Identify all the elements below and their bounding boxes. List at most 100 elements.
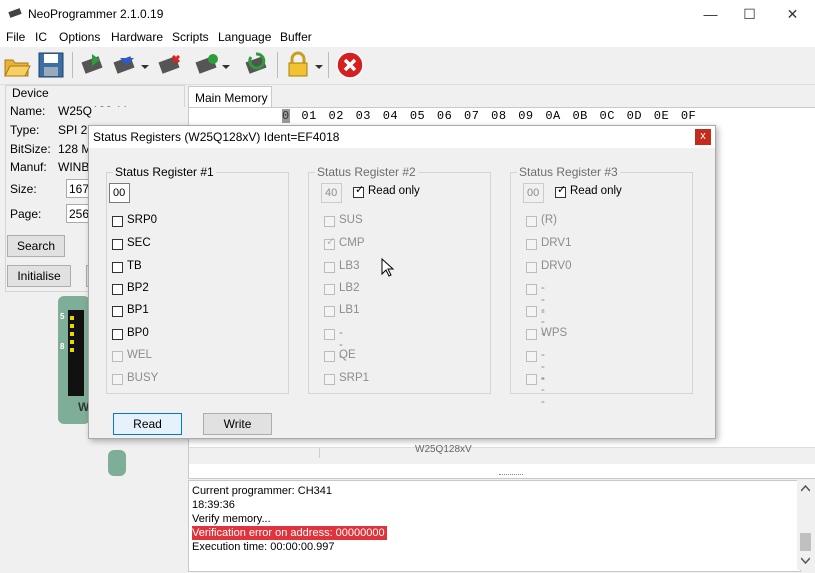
bit-label: QE bbox=[339, 349, 356, 361]
read-chip-icon[interactable] bbox=[78, 50, 108, 80]
bit-label: LB3 bbox=[339, 260, 360, 272]
bit-label: WPS bbox=[541, 327, 568, 339]
initialise-button[interactable]: Initialise bbox=[7, 265, 71, 287]
auto-icon[interactable] bbox=[242, 50, 272, 80]
chip-pin-5-label: 5 bbox=[60, 312, 65, 321]
status-register-3-group: Status Register #3 00 ✓ Read only (R) DR… bbox=[510, 165, 693, 408]
write-chip-icon[interactable] bbox=[110, 50, 140, 80]
read-button[interactable]: Read bbox=[113, 413, 182, 435]
save-icon[interactable] bbox=[36, 50, 66, 80]
status-registers-dialog: Status Registers (W25Q128xV) Ident=EF401… bbox=[88, 125, 716, 439]
splitter-grip[interactable] bbox=[499, 474, 523, 478]
checkbox bbox=[324, 216, 335, 227]
checkbox[interactable] bbox=[112, 262, 123, 273]
close-button[interactable]: ✕ bbox=[770, 0, 815, 28]
hex-scrollbar[interactable] bbox=[189, 447, 815, 464]
log-scroll-thumb[interactable] bbox=[800, 533, 811, 551]
size-label: Size: bbox=[10, 182, 37, 196]
checkbox[interactable] bbox=[112, 306, 123, 317]
maximize-button[interactable]: ☐ bbox=[727, 0, 772, 28]
bit-label: SRP0 bbox=[127, 214, 158, 226]
bit-label: DRV1 bbox=[541, 237, 572, 249]
chevron-down-icon[interactable] bbox=[315, 63, 323, 71]
bit-label: LB1 bbox=[339, 304, 360, 316]
open-icon[interactable] bbox=[2, 50, 32, 80]
toolbar bbox=[0, 47, 815, 85]
chip-caption: W25Q128xV bbox=[415, 444, 472, 455]
bit-label: BP1 bbox=[127, 304, 149, 316]
menu-scripts[interactable]: Scripts bbox=[172, 30, 209, 44]
title-bar: NeoProgrammer 2.1.0.19 — ☐ ✕ bbox=[0, 0, 815, 28]
bit-label: CMP bbox=[339, 237, 365, 249]
menu-file[interactable]: File bbox=[6, 30, 25, 44]
device-group-label: Device bbox=[12, 86, 49, 100]
checkbox bbox=[526, 216, 537, 227]
menu-buffer[interactable]: Buffer bbox=[280, 30, 312, 44]
chevron-down-icon[interactable] bbox=[141, 63, 149, 71]
menu-options[interactable]: Options bbox=[59, 30, 100, 44]
bit-label: SUS bbox=[339, 214, 363, 226]
status-register-2-group: Status Register #2 40 ✓ Read only SUS ✓ C… bbox=[308, 165, 491, 394]
bit-label: LB2 bbox=[339, 282, 360, 294]
bit-label: SEC bbox=[127, 237, 151, 249]
chip-pin-8-label: 8 bbox=[60, 342, 65, 351]
checkbox[interactable] bbox=[112, 239, 123, 250]
tab-main-memory-label: Main Memory bbox=[195, 91, 268, 105]
checkbox: ✓ bbox=[324, 237, 335, 250]
checkbox bbox=[526, 306, 537, 317]
status-register-1-value[interactable]: 00 bbox=[109, 183, 130, 203]
log-panel[interactable]: Current programmer: CH341 18:39:36 Verif… bbox=[188, 480, 801, 572]
checkbox bbox=[112, 351, 123, 362]
status-register-3-value: 00 bbox=[523, 183, 544, 203]
checkbox[interactable] bbox=[112, 216, 123, 227]
type-label: Type: bbox=[10, 123, 40, 137]
page-label: Page: bbox=[10, 207, 42, 221]
mouse-cursor-icon bbox=[381, 258, 395, 277]
chevron-down-icon[interactable] bbox=[801, 557, 810, 564]
write-button[interactable]: Write bbox=[203, 413, 272, 435]
bit-label: WEL bbox=[127, 349, 152, 361]
check-mark-icon: ✓ bbox=[557, 184, 567, 196]
log-line: 18:39:36 bbox=[192, 499, 235, 511]
tab-main-memory[interactable]: Main Memory bbox=[188, 86, 272, 109]
log-line: Current programmer: CH341 bbox=[192, 485, 332, 497]
dialog-close-button[interactable]: x bbox=[695, 129, 711, 145]
manuf-label: Manuf: bbox=[10, 160, 47, 174]
checkbox[interactable] bbox=[112, 284, 123, 295]
status-register-2-caption: Status Register #2 bbox=[315, 165, 418, 179]
bit-label: BP2 bbox=[127, 282, 149, 294]
checkbox[interactable]: ✓ bbox=[353, 185, 364, 198]
stop-icon[interactable] bbox=[335, 50, 365, 80]
status-register-2-value: 40 bbox=[321, 183, 342, 203]
read-only-label: Read only bbox=[368, 185, 420, 197]
bit-label: (R) bbox=[541, 214, 557, 226]
log-scrollbar[interactable] bbox=[797, 480, 814, 570]
status-register-1-caption: Status Register #1 bbox=[113, 165, 216, 179]
chevron-down-icon[interactable] bbox=[222, 63, 230, 71]
checkbox bbox=[324, 351, 335, 362]
toolbar-separator bbox=[72, 52, 73, 78]
menu-hardware[interactable]: Hardware bbox=[111, 30, 163, 44]
chevron-up-icon[interactable] bbox=[801, 485, 810, 492]
log-line: Verify memory... bbox=[192, 513, 271, 525]
chip-socket-image: 5 8 W bbox=[58, 296, 90, 424]
window-title: NeoProgrammer 2.1.0.19 bbox=[28, 7, 164, 21]
status-register-3-caption: Status Register #3 bbox=[517, 165, 620, 179]
bit-label: --- bbox=[541, 372, 545, 408]
checkbox[interactable] bbox=[112, 329, 123, 340]
menu-ic[interactable]: IC bbox=[35, 30, 47, 44]
search-button[interactable]: Search bbox=[7, 235, 65, 257]
verify-chip-icon[interactable] bbox=[192, 50, 222, 80]
checkbox bbox=[324, 329, 335, 340]
menu-language[interactable]: Language bbox=[218, 30, 271, 44]
checkbox bbox=[324, 262, 335, 273]
lock-icon[interactable] bbox=[283, 50, 313, 80]
checkbox[interactable]: ✓ bbox=[555, 184, 567, 198]
erase-chip-icon[interactable] bbox=[155, 50, 185, 80]
hex-divider bbox=[319, 448, 320, 458]
toolbar-separator bbox=[328, 52, 329, 78]
checkbox bbox=[526, 262, 537, 273]
checkbox bbox=[526, 239, 537, 250]
checkbox bbox=[324, 306, 335, 317]
chip-socket-lever bbox=[108, 450, 126, 476]
